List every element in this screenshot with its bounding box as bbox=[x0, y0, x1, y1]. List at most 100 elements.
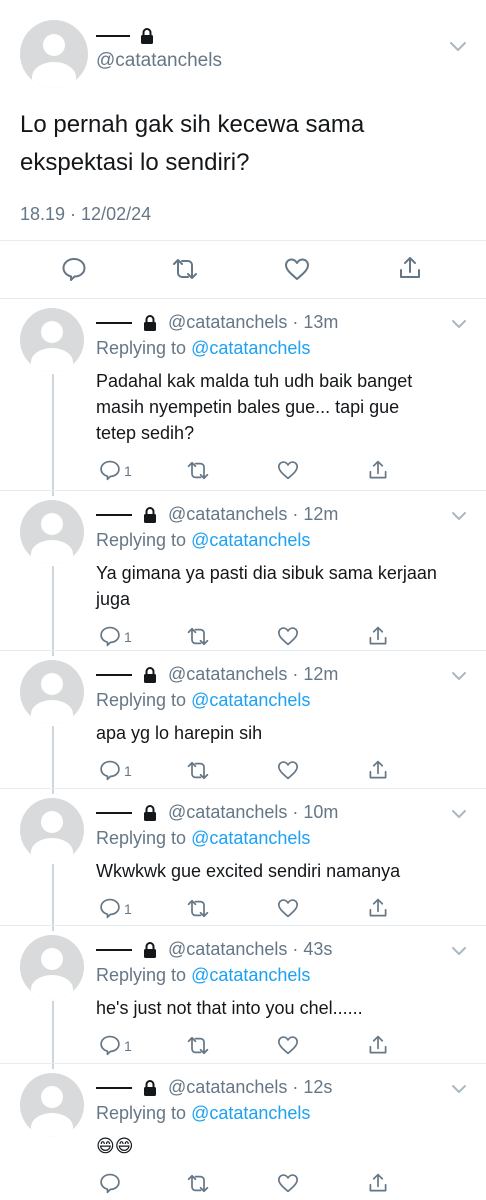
user-handle[interactable]: @catatanchels bbox=[96, 50, 222, 72]
thread-line bbox=[52, 726, 54, 794]
replying-label: Replying to bbox=[96, 1103, 187, 1123]
reply-header: @catatanchels · 12m bbox=[96, 664, 338, 685]
chevron-down-icon[interactable] bbox=[451, 319, 467, 329]
replying-to-link[interactable]: @catatanchels bbox=[191, 338, 310, 358]
retweet-icon[interactable] bbox=[186, 899, 210, 918]
reply-count: 1 bbox=[124, 901, 132, 917]
user-handle[interactable]: @catatanchels bbox=[168, 939, 287, 959]
user-handle[interactable]: @catatanchels bbox=[168, 312, 287, 332]
reply-icon[interactable] bbox=[99, 459, 121, 481]
reply-time: 12s bbox=[303, 1077, 333, 1097]
avatar[interactable] bbox=[20, 500, 84, 564]
reply-icon[interactable] bbox=[99, 625, 121, 647]
replying-to-link[interactable]: @catatanchels bbox=[191, 690, 310, 710]
retweet-icon[interactable] bbox=[186, 627, 210, 646]
thread-line bbox=[52, 566, 54, 656]
share-icon[interactable] bbox=[367, 625, 389, 647]
retweet-icon[interactable] bbox=[171, 258, 199, 280]
lock-icon bbox=[143, 315, 157, 332]
share-icon[interactable] bbox=[367, 897, 389, 919]
share-icon[interactable] bbox=[367, 1172, 389, 1194]
reply-text-line: 😄😄 bbox=[96, 1136, 134, 1156]
reply-text-line: apa yg lo harepin sih bbox=[96, 723, 263, 743]
chevron-down-icon[interactable] bbox=[451, 1084, 467, 1094]
reply-header: @catatanchels · 12m bbox=[96, 504, 338, 525]
reply-header: @catatanchels · 10m bbox=[96, 802, 338, 823]
reply-text-line: juga bbox=[96, 589, 131, 609]
user-handle[interactable]: @catatanchels bbox=[168, 504, 287, 524]
reply-time: 43s bbox=[303, 939, 333, 959]
replying-to: Replying to @catatanchels bbox=[96, 338, 310, 359]
lock-icon bbox=[143, 1080, 157, 1097]
avatar[interactable] bbox=[20, 20, 88, 88]
replying-to-link[interactable]: @catatanchels bbox=[191, 965, 310, 985]
user-handle[interactable]: @catatanchels bbox=[168, 1077, 287, 1097]
like-icon[interactable] bbox=[277, 760, 299, 780]
replying-to-link[interactable]: @catatanchels bbox=[191, 530, 310, 550]
like-icon[interactable] bbox=[277, 460, 299, 480]
like-icon[interactable] bbox=[277, 898, 299, 918]
chevron-down-icon[interactable] bbox=[451, 946, 467, 956]
like-icon[interactable] bbox=[277, 626, 299, 646]
retweet-icon[interactable] bbox=[186, 461, 210, 480]
avatar[interactable] bbox=[20, 660, 84, 724]
chevron-down-icon[interactable] bbox=[449, 41, 467, 53]
like-icon[interactable] bbox=[277, 1173, 299, 1193]
avatar[interactable] bbox=[20, 935, 84, 999]
share-icon[interactable] bbox=[367, 1034, 389, 1056]
replying-to: Replying to @catatanchels bbox=[96, 965, 310, 986]
display-name bbox=[96, 1087, 132, 1090]
divider bbox=[0, 490, 486, 491]
reply-text: Padahal kak malda tuh udh baik banget mas… bbox=[96, 368, 412, 446]
avatar[interactable] bbox=[20, 1073, 84, 1137]
reply-count: 1 bbox=[124, 629, 132, 645]
like-icon[interactable] bbox=[277, 1035, 299, 1055]
lock-icon bbox=[140, 27, 154, 44]
reply-icon[interactable] bbox=[61, 256, 87, 282]
reply-icon[interactable] bbox=[99, 1172, 121, 1194]
reply-text: he's just not that into you chel...... bbox=[96, 995, 363, 1021]
reply-text-line: Wkwkwk gue excited sendiri namanya bbox=[96, 861, 401, 881]
share-icon[interactable] bbox=[367, 759, 389, 781]
replying-to: Replying to @catatanchels bbox=[96, 690, 310, 711]
avatar[interactable] bbox=[20, 308, 84, 372]
reply-text: apa yg lo harepin sih bbox=[96, 720, 262, 746]
share-icon[interactable] bbox=[367, 459, 389, 481]
reply-icon[interactable] bbox=[99, 759, 121, 781]
separator-dot: · bbox=[287, 939, 304, 959]
reply-text-line: he's just not that into you chel...... bbox=[96, 998, 363, 1018]
reply-time: 12m bbox=[303, 504, 339, 524]
reply-text-line: masih nyempetin bales gue... tapi gue bbox=[96, 397, 400, 417]
tweet-timestamp: 18.19 · 12/02/24 bbox=[20, 204, 152, 224]
retweet-icon[interactable] bbox=[186, 761, 210, 780]
divider bbox=[0, 1063, 486, 1064]
retweet-icon[interactable] bbox=[186, 1174, 210, 1193]
chevron-down-icon[interactable] bbox=[451, 671, 467, 681]
separator-dot: · bbox=[287, 312, 304, 332]
replying-label: Replying to bbox=[96, 338, 187, 358]
lock-icon bbox=[143, 805, 157, 822]
tweet-text: Lo pernah gak sih kecewa sama ekspektasi… bbox=[20, 111, 365, 176]
replying-label: Replying to bbox=[96, 530, 187, 550]
chevron-down-icon[interactable] bbox=[451, 511, 467, 521]
user-handle[interactable]: @catatanchels bbox=[168, 664, 287, 684]
reply-icon[interactable] bbox=[99, 897, 121, 919]
lock-icon bbox=[143, 942, 157, 959]
replying-to-link[interactable]: @catatanchels bbox=[191, 1103, 310, 1123]
display-name bbox=[96, 812, 132, 815]
display-name bbox=[96, 322, 132, 325]
reply-time: 10m bbox=[303, 802, 339, 822]
avatar[interactable] bbox=[20, 798, 84, 862]
replying-label: Replying to bbox=[96, 965, 187, 985]
share-icon[interactable] bbox=[397, 255, 423, 281]
reply-header: @catatanchels · 13m bbox=[96, 312, 338, 333]
thread-line bbox=[52, 864, 54, 931]
chevron-down-icon[interactable] bbox=[451, 809, 467, 819]
reply-icon[interactable] bbox=[99, 1034, 121, 1056]
user-handle[interactable]: @catatanchels bbox=[168, 802, 287, 822]
replying-to: Replying to @catatanchels bbox=[96, 1103, 310, 1124]
like-icon[interactable] bbox=[284, 257, 310, 281]
thread-line bbox=[52, 374, 54, 496]
replying-to-link[interactable]: @catatanchels bbox=[191, 828, 310, 848]
retweet-icon[interactable] bbox=[186, 1036, 210, 1055]
